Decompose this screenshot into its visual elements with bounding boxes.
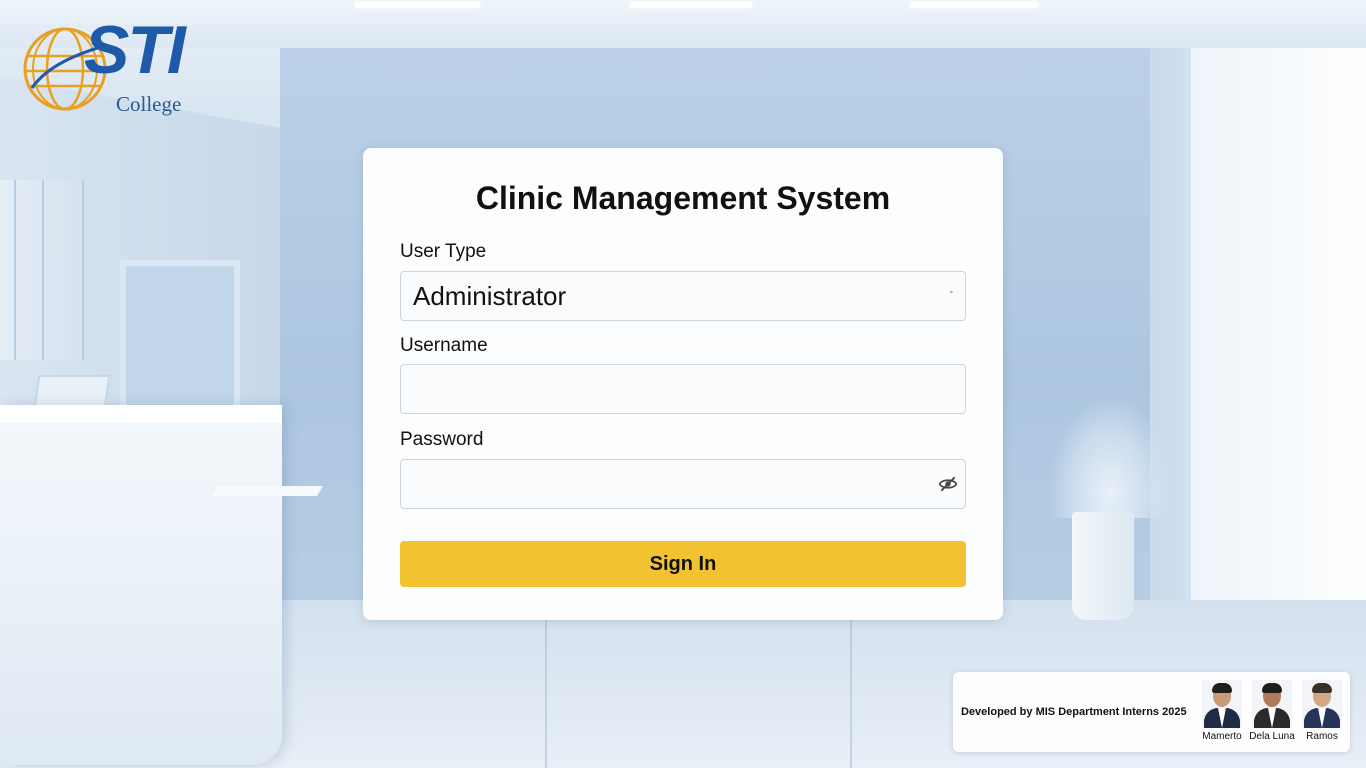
sign-in-button[interactable]: Sign In (400, 541, 966, 587)
developer-name: Ramos (1306, 731, 1338, 742)
password-label: Password (400, 429, 484, 450)
eye-slash-icon[interactable] (938, 474, 958, 494)
developer-card: Ramos (1298, 680, 1346, 742)
user-type-select[interactable]: Administrator - (400, 271, 966, 321)
developer-card: Dela Luna (1248, 680, 1296, 742)
developer-photo (1202, 680, 1242, 728)
developer-photo (1252, 680, 1292, 728)
developer-photo (1302, 680, 1342, 728)
user-type-selected-value: Administrator (413, 281, 567, 311)
sti-college-logo: STI College (22, 16, 197, 122)
page-title: Clinic Management System (475, 180, 891, 216)
username-field[interactable] (400, 364, 966, 414)
developer-name: Dela Luna (1249, 731, 1295, 742)
password-field[interactable] (400, 459, 966, 509)
developer-card: Mamerto (1198, 680, 1246, 742)
logo-brand-text: STI (84, 12, 186, 88)
credits-text: Developed by MIS Department Interns 2025 (961, 706, 1187, 718)
logo-sub-text: College (116, 92, 182, 116)
developer-credits: Developed by MIS Department Interns 2025… (953, 672, 1350, 752)
login-card: Clinic Management System User Type Admin… (363, 148, 1003, 620)
username-label: Username (400, 335, 488, 356)
chevron-down-icon: - (949, 286, 953, 298)
developer-name: Mamerto (1202, 731, 1242, 742)
user-type-label: User Type (400, 241, 487, 262)
